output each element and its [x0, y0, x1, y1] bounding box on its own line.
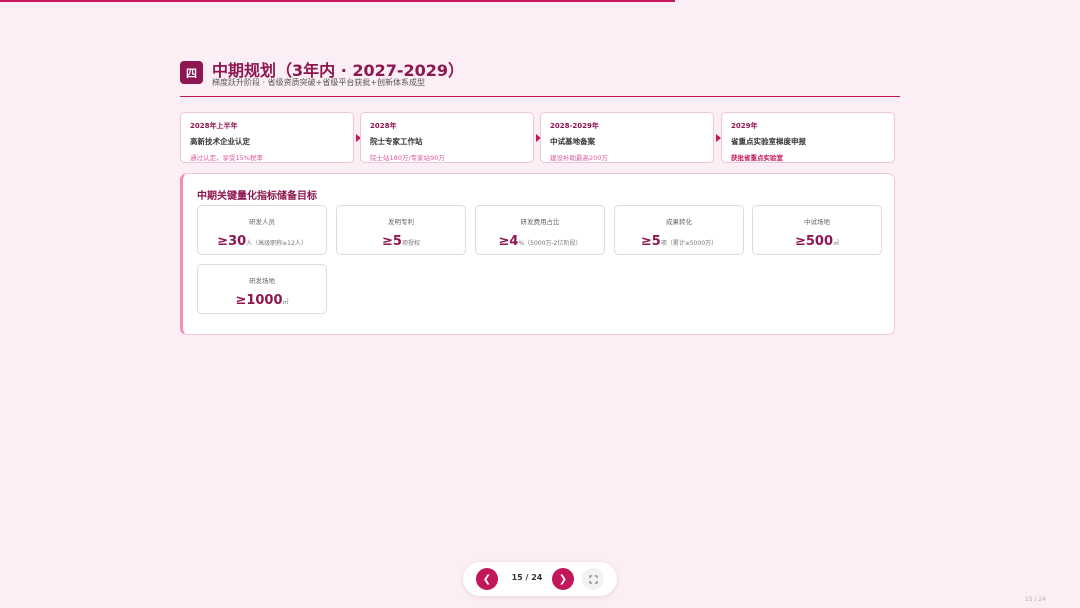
milestone-timeline: 2028年上半年 高新技术企业认定 通过认定，享受15%税率 2028年 院士专…	[180, 112, 895, 163]
page-indicator: 15 / 24	[511, 573, 543, 582]
metric-label: 研发场地	[249, 277, 275, 285]
metric-card: 成果转化 ≥5项（累计≥5000万）	[614, 205, 744, 255]
metric-unit: ㎡	[282, 299, 289, 306]
milestone-note: 获批省重点实验室	[731, 154, 783, 162]
metric-label: 研发费用占比	[520, 218, 560, 226]
metric-unit: 项（累计≥5000万）	[660, 240, 718, 247]
metric-value: ≥5项（累计≥5000万）	[615, 230, 743, 249]
milestone-name: 省重点实验室梯度申报	[731, 137, 806, 146]
milestone-year: 2028年	[370, 122, 397, 130]
milestone-note: 院士站180万/专家站90万	[370, 154, 445, 162]
milestone-card: 2028年 院士专家工作站 院士站180万/专家站90万	[360, 112, 534, 163]
metric-label: 成果转化	[666, 218, 692, 226]
milestone-year: 2029年	[731, 122, 758, 130]
milestone-note: 通过认定，享受15%税率	[190, 154, 263, 162]
metric-number: ≥30	[217, 234, 247, 249]
progress-bar	[0, 0, 1080, 2]
milestone-card: 2029年 省重点实验室梯度申报 获批省重点实验室	[721, 112, 895, 163]
section-header: 四 中期规划（3年内 · 2027-2029） 梯度跃升阶段 · 省级资质突破+…	[180, 57, 900, 97]
metric-unit: 人（高级职称≥12人）	[246, 240, 307, 247]
metric-number: ≥5	[382, 234, 402, 249]
metric-card: 研发费用占比 ≥4%（5000万-2亿阶段）	[475, 205, 605, 255]
milestone-name: 高新技术企业认定	[190, 137, 250, 146]
fullscreen-icon	[588, 574, 598, 584]
milestone-year: 2028年上半年	[190, 122, 238, 130]
page-number: 15 / 24	[1024, 596, 1046, 603]
metric-number: ≥1000	[235, 293, 283, 308]
metric-card: 发明专利 ≥5项授权	[336, 205, 466, 255]
metrics-panel: 中期关键量化指标储备目标 研发人员 ≥30人（高级职称≥12人） 发明专利 ≥5…	[180, 173, 895, 335]
page-subtitle: 梯度跃升阶段 · 省级资质突破+省级平台获批+创新体系成型	[212, 78, 426, 87]
metric-unit: ㎡	[833, 240, 840, 247]
metric-card: 研发场地 ≥1000㎡	[197, 264, 327, 314]
prev-slide-button[interactable]: ❮	[476, 568, 498, 590]
metric-number: ≥4	[498, 234, 519, 249]
section-badge: 四	[180, 61, 203, 84]
milestone-year: 2028-2029年	[550, 122, 599, 130]
metric-card: 研发人员 ≥30人（高级职称≥12人）	[197, 205, 327, 255]
milestone-name: 中试基地备案	[550, 137, 595, 146]
metric-unit: 项授权	[401, 240, 420, 247]
metric-unit: %（5000万-2亿阶段）	[518, 240, 582, 247]
next-slide-button[interactable]: ❯	[552, 568, 574, 590]
metric-label: 研发人员	[249, 218, 275, 226]
metric-value: ≥500㎡	[753, 230, 881, 249]
panel-title: 中期关键量化指标储备目标	[197, 191, 317, 202]
fullscreen-button[interactable]	[582, 568, 604, 590]
metric-label: 中试场地	[804, 218, 830, 226]
progress-bar-fill	[0, 0, 675, 2]
metric-label: 发明专利	[388, 218, 414, 226]
milestone-note: 建设补助最高200万	[550, 154, 608, 162]
metric-number: ≥500	[794, 234, 833, 249]
metric-number: ≥5	[640, 234, 661, 249]
milestone-card: 2028年上半年 高新技术企业认定 通过认定，享受15%税率	[180, 112, 354, 163]
metric-value: ≥1000㎡	[198, 289, 326, 308]
metric-value: ≥30人（高级职称≥12人）	[198, 230, 326, 249]
milestone-name: 院士专家工作站	[370, 137, 423, 146]
milestone-card: 2028-2029年 中试基地备案 建设补助最高200万	[540, 112, 714, 163]
slide-navigation: ❮ 15 / 24 ❯	[463, 562, 617, 596]
metric-value: ≥4%（5000万-2亿阶段）	[476, 230, 604, 249]
metric-value: ≥5项授权	[337, 230, 465, 249]
metric-card: 中试场地 ≥500㎡	[752, 205, 882, 255]
